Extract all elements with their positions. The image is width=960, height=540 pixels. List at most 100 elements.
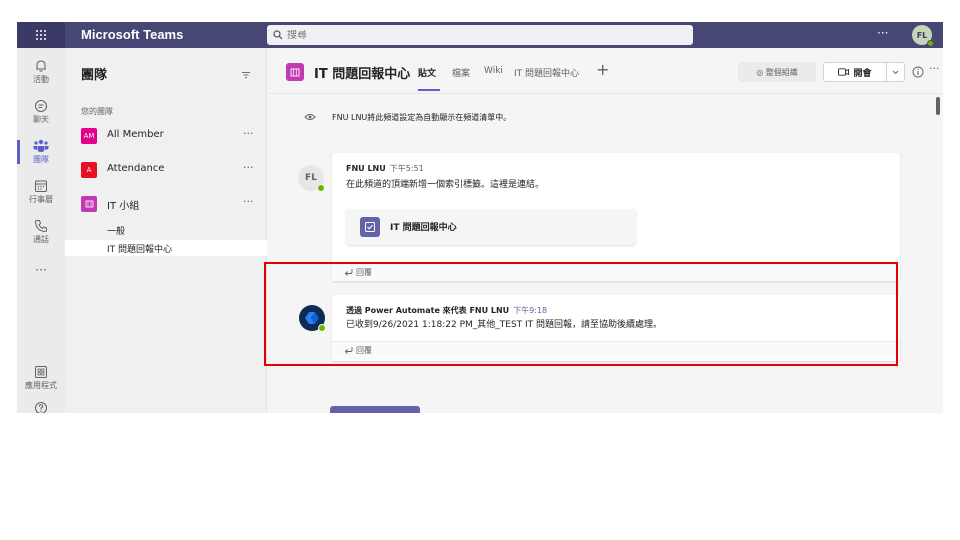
- author-name: FNU LNU: [346, 164, 386, 173]
- team-name: IT 小組: [107, 201, 140, 212]
- reply-button[interactable]: 回覆: [332, 263, 900, 281]
- team-more-button[interactable]: ···: [243, 195, 254, 208]
- system-message-text: FNU LNU將此頻道設定為自動顯示在頻道清單中。: [332, 113, 512, 122]
- tab-card-title: IT 問題回報中心: [390, 223, 457, 233]
- channel-item-general[interactable]: 一般: [65, 222, 267, 238]
- org-wide-team-badge[interactable]: ◎ 整個組織: [738, 62, 816, 82]
- rail-label: 行事曆: [29, 195, 53, 204]
- filter-icon: [242, 72, 250, 78]
- author-name: 透過 Power Automate 來代表 FNU LNU: [346, 306, 510, 315]
- post-body: 已收到9/26/2021 1:18:22 PM_其他_TEST IT 問題回報，…: [346, 320, 663, 330]
- more-icon: ···: [35, 263, 47, 277]
- forms-icon: [360, 217, 380, 237]
- rail-item-chat[interactable]: 聊天: [17, 92, 65, 132]
- search-icon: [273, 30, 283, 40]
- meet-button[interactable]: 開會: [823, 62, 887, 82]
- rail-item-teams[interactable]: 團隊: [17, 132, 65, 172]
- info-icon: [912, 66, 924, 78]
- team-more-button[interactable]: ···: [243, 127, 254, 140]
- team-row-attendance[interactable]: A Attendance ···: [65, 158, 267, 182]
- channel-item-it-report-center[interactable]: IT 問題回報中心: [65, 240, 267, 256]
- rail-label: 活動: [33, 75, 49, 84]
- tab-it-report-center[interactable]: IT 問題回報中心: [514, 66, 579, 79]
- tab-files[interactable]: 檔案: [452, 66, 470, 79]
- channel-more-button[interactable]: ···: [929, 62, 940, 75]
- post-card-power-automate[interactable]: 透過 Power Automate 來代表 FNU LNU 下午9:18 已收到9…: [332, 295, 900, 361]
- rail-item-help[interactable]: 說明: [17, 394, 65, 413]
- feed-scrollbar[interactable]: [936, 97, 940, 115]
- meet-dropdown-button[interactable]: [887, 62, 905, 82]
- team-avatar: AM: [81, 128, 97, 144]
- rail-item-calendar[interactable]: 行事曆: [17, 172, 65, 212]
- teams-icon: [33, 139, 49, 152]
- section-header: 您的團隊: [81, 107, 113, 116]
- rail-label: 團隊: [33, 155, 49, 164]
- post-card-tab-added[interactable]: FNU LNU 下午5:51 在此頻道的頂端新增一個索引標籤。這裡是連結。 IT …: [332, 153, 900, 281]
- building-icon: [85, 200, 93, 208]
- settings-more-button[interactable]: ···: [877, 26, 888, 40]
- panel-title: 團隊: [81, 68, 108, 83]
- presence-available-icon: [318, 324, 326, 332]
- team-more-button[interactable]: ···: [243, 161, 254, 174]
- add-tab-button[interactable]: +: [596, 60, 609, 79]
- teams-list-panel: 團隊 您的團隊 AM All Member ··· A Attendance ·…: [65, 48, 267, 413]
- app-title: Microsoft Teams: [81, 27, 184, 42]
- channel-team-avatar: [286, 63, 304, 81]
- presence-available-icon: [927, 40, 934, 47]
- author-avatar[interactable]: FL: [298, 165, 325, 192]
- search-box[interactable]: [267, 25, 693, 45]
- team-row-it-group[interactable]: IT 小組 ···: [65, 192, 267, 216]
- chevron-down-icon: [892, 70, 899, 74]
- channel-view: IT 問題回報中心 貼文 檔案 Wiki IT 問題回報中心 + ◎ 整個組織 …: [268, 48, 943, 413]
- tab-wiki[interactable]: Wiki: [484, 66, 503, 76]
- rail-item-more[interactable]: ···: [17, 250, 65, 290]
- meet-label: 開會: [853, 68, 872, 79]
- reply-icon: [344, 269, 353, 276]
- tab-link-card[interactable]: IT 問題回報中心: [346, 209, 636, 245]
- rail-label: 應用程式: [25, 381, 57, 390]
- filter-button[interactable]: [241, 65, 251, 84]
- rail-label: 通話: [33, 235, 49, 244]
- eye-icon: [304, 114, 316, 120]
- team-avatar: [81, 196, 97, 212]
- bell-icon: [36, 60, 46, 72]
- app-launcher-button[interactable]: [17, 22, 65, 48]
- reply-button[interactable]: 回覆: [332, 341, 900, 359]
- teams-window: Microsoft Teams ··· FL 活動: [17, 22, 943, 413]
- video-camera-icon: [838, 68, 850, 76]
- team-name: Attendance: [107, 163, 165, 174]
- team-avatar: A: [81, 162, 97, 178]
- reply-label: 回覆: [356, 268, 372, 277]
- post-timestamp: 下午9:18: [513, 306, 548, 315]
- channel-title: IT 問題回報中心: [314, 67, 411, 82]
- channel-header: IT 問題回報中心 貼文 檔案 Wiki IT 問題回報中心 + ◎ 整個組織 …: [268, 48, 943, 94]
- team-row-all-member[interactable]: AM All Member ···: [65, 124, 267, 148]
- tab-posts[interactable]: 貼文: [418, 66, 436, 79]
- team-name: All Member: [107, 129, 164, 140]
- post-header: FNU LNU 下午5:51: [346, 163, 424, 174]
- posts-feed: FNU LNU將此頻道設定為自動顯示在頻道清單中。 FL FNU LNU 下午5:…: [268, 95, 943, 413]
- reply-label: 回覆: [356, 346, 372, 355]
- calendar-icon: [35, 180, 47, 192]
- power-automate-icon: [305, 312, 319, 324]
- rail-item-calls[interactable]: 通話: [17, 212, 65, 252]
- channel-info-button[interactable]: [912, 63, 924, 82]
- reply-icon: [344, 347, 353, 354]
- building-icon: [290, 68, 300, 76]
- channel-name: IT 問題回報中心: [107, 245, 173, 255]
- rail-item-apps[interactable]: 應用程式: [17, 358, 65, 398]
- search-input[interactable]: [287, 29, 667, 41]
- post-timestamp: 下午5:51: [389, 164, 424, 173]
- help-icon: [35, 402, 47, 413]
- channel-name: 一般: [107, 227, 126, 237]
- new-conversation-button[interactable]: [330, 406, 420, 413]
- system-message: FNU LNU將此頻道設定為自動顯示在頻道清單中。: [304, 111, 804, 125]
- app-bar: 活動 聊天 團隊 行事曆 通話 ··· 應用程式: [17, 48, 65, 413]
- author-initials: FL: [305, 173, 317, 183]
- rail-label: 聊天: [33, 115, 49, 124]
- phone-icon: [34, 220, 47, 233]
- power-automate-avatar[interactable]: [299, 305, 326, 332]
- post-header: 透過 Power Automate 來代表 FNU LNU 下午9:18: [346, 305, 547, 316]
- user-avatar[interactable]: FL: [912, 25, 934, 47]
- rail-item-activity[interactable]: 活動: [17, 52, 65, 92]
